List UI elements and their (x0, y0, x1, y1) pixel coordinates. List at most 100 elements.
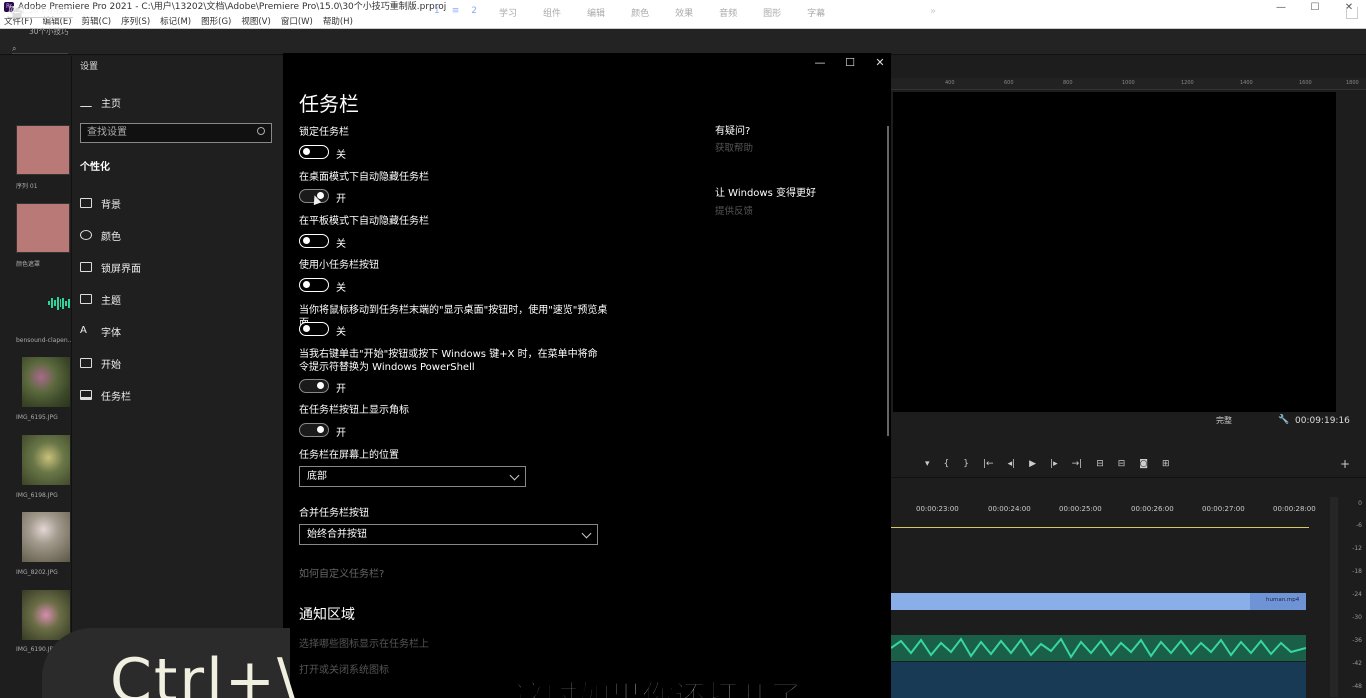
step-forward-icon[interactable]: |▸ (1050, 459, 1058, 469)
customize-taskbar-link[interactable]: 如何自定义任务栏? (299, 565, 384, 580)
zoom-fit-select[interactable]: 完整 (1216, 415, 1232, 426)
timecode-tick: 00:00:27:00 (1202, 505, 1245, 513)
audio-track-2[interactable] (891, 662, 1306, 698)
start-icon (80, 358, 92, 368)
tab-assembly[interactable]: 组件 (543, 6, 561, 19)
monitor-video[interactable] (893, 92, 1336, 412)
more-workspaces-button[interactable]: » (930, 6, 936, 17)
page-title: 任务栏 (299, 92, 359, 116)
select-icons-link[interactable]: 选择哪些图标显示在任务栏上 (299, 635, 429, 650)
play-icon[interactable]: ▶ (1029, 459, 1036, 469)
button-editor-icon[interactable]: + (1340, 457, 1350, 471)
nav-lock-screen[interactable]: 锁屏界面 (80, 259, 141, 275)
picture-icon (80, 198, 92, 208)
toggle-peek[interactable] (299, 322, 329, 336)
minimize-icon[interactable]: — (1264, 0, 1298, 15)
workspace-menu-icon[interactable]: ≡ (452, 6, 460, 19)
toggle-lock-taskbar[interactable] (299, 145, 329, 159)
share-icon[interactable] (1346, 7, 1358, 19)
project-tab[interactable]: 项目:30个小技巧 (8, 4, 73, 18)
position-label: 任务栏在屏幕上的位置 (299, 450, 399, 461)
close-icon[interactable]: ✕ (865, 56, 895, 69)
toggle-state: 关 (336, 239, 346, 250)
option-powershell-label: 当我右键单击"开始"按钮或按下 Windows 键+X 时，在菜单中将命令提示符… (299, 349, 598, 373)
meter-label: -42 (1352, 660, 1362, 667)
toggle-autohide-tablet[interactable] (299, 234, 329, 248)
tab-editing[interactable]: 编辑 (587, 6, 605, 19)
menu-markers[interactable]: 标记(M) (160, 15, 191, 28)
toggle-small-buttons[interactable] (299, 278, 329, 292)
extract-icon[interactable]: ⊟ (1118, 459, 1126, 469)
maximize-icon[interactable]: ☐ (1298, 0, 1332, 15)
image-thumbnail[interactable] (22, 590, 70, 640)
mark-in-icon[interactable]: { (944, 459, 950, 469)
wrench-icon[interactable]: 🔧 (1278, 415, 1289, 425)
go-to-in-icon[interactable]: |← (983, 459, 994, 469)
tab-color[interactable]: 颜色 (631, 6, 649, 19)
menu-sequence[interactable]: 序列(S) (121, 15, 150, 28)
toggle-powershell[interactable] (299, 379, 329, 393)
nav-taskbar[interactable]: 任务栏 (80, 387, 131, 403)
taskbar-icon (80, 390, 92, 400)
project-search-input[interactable]: ⌕ (12, 44, 68, 54)
meter-label: -18 (1352, 568, 1362, 575)
sequence-thumbnail[interactable] (16, 125, 70, 175)
maximize-icon[interactable]: ☐ (835, 56, 865, 69)
nav-label: 主题 (101, 295, 121, 307)
mark-out-icon[interactable]: } (963, 459, 969, 469)
combine-dropdown[interactable]: 始终合并按钮 (299, 524, 598, 545)
settings-search-input[interactable]: 查找设置 (80, 123, 272, 143)
image-thumbnail[interactable] (22, 357, 70, 407)
workspace-num-2[interactable]: 2 (471, 6, 477, 19)
tab-graphics[interactable]: 图形 (763, 6, 781, 19)
settings-scrollbar[interactable] (887, 126, 889, 436)
nav-home-label: 主页 (101, 98, 121, 110)
tab-captions[interactable]: 字幕 (807, 6, 825, 19)
menu-graphics[interactable]: 图形(G) (201, 15, 231, 28)
add-marker-icon[interactable]: ▾ (925, 459, 930, 469)
color-matte-thumbnail[interactable] (16, 203, 70, 253)
toggle-badges[interactable] (299, 423, 329, 437)
search-icon[interactable] (257, 127, 265, 135)
nav-start[interactable]: 开始 (80, 355, 121, 371)
screen: Adobe Premiere Pro 2021 - C:\用户\13202\文档… (0, 0, 1366, 698)
get-help-link[interactable]: 获取帮助 (715, 140, 753, 154)
nav-background[interactable]: 背景 (80, 195, 121, 211)
meter-label: -36 (1352, 637, 1362, 644)
settings-main (283, 53, 891, 698)
camera-icon[interactable]: ◙ (1139, 459, 1148, 469)
system-icons-link[interactable]: 打开或关闭系统图标 (299, 661, 389, 676)
compare-icon[interactable]: ⊞ (1162, 459, 1170, 469)
workspace-num-1[interactable]: 1 (434, 6, 440, 19)
go-to-out-icon[interactable]: →| (1072, 459, 1083, 469)
nav-home[interactable]: 主页 (80, 94, 121, 110)
minimize-icon[interactable]: — (805, 56, 835, 69)
video-clip[interactable] (891, 593, 1306, 610)
audio-waveform-icon[interactable] (48, 296, 70, 310)
nav-colors[interactable]: 颜色 (80, 227, 121, 243)
brush-icon (80, 294, 92, 304)
toggle-state: 关 (336, 150, 346, 161)
work-area-bar[interactable] (891, 527, 1309, 528)
audio-clip[interactable] (891, 635, 1306, 661)
menu-help[interactable]: 帮助(H) (323, 15, 353, 28)
toggle-state: 开 (336, 194, 346, 205)
menu-clip[interactable]: 剪辑(C) (82, 15, 112, 28)
give-feedback-link[interactable]: 提供反馈 (715, 203, 753, 217)
nav-themes[interactable]: 主题 (80, 291, 121, 307)
tab-learn[interactable]: 学习 (499, 6, 517, 19)
tab-effects[interactable]: 效果 (675, 6, 693, 19)
settings-app-title: 设置 (80, 62, 99, 72)
position-dropdown[interactable]: 底部 (299, 466, 526, 487)
lift-icon[interactable]: ⊟ (1096, 459, 1104, 469)
menu-view[interactable]: 视图(V) (241, 15, 270, 28)
menu-window[interactable]: 窗口(W) (281, 15, 313, 28)
image-thumbnail[interactable] (22, 435, 70, 485)
nav-fonts[interactable]: A 字体 (80, 323, 121, 339)
monitor-ruler: 400 600 800 1000 1200 1400 1600 1800 (891, 78, 1366, 90)
step-back-icon[interactable]: ◂| (1008, 459, 1016, 469)
tab-audio[interactable]: 音频 (719, 6, 737, 19)
ruler-tick: 800 (1063, 80, 1073, 86)
image-thumbnail[interactable] (22, 512, 70, 562)
video-subtitle: 这时如果你还打开了 (513, 677, 803, 698)
